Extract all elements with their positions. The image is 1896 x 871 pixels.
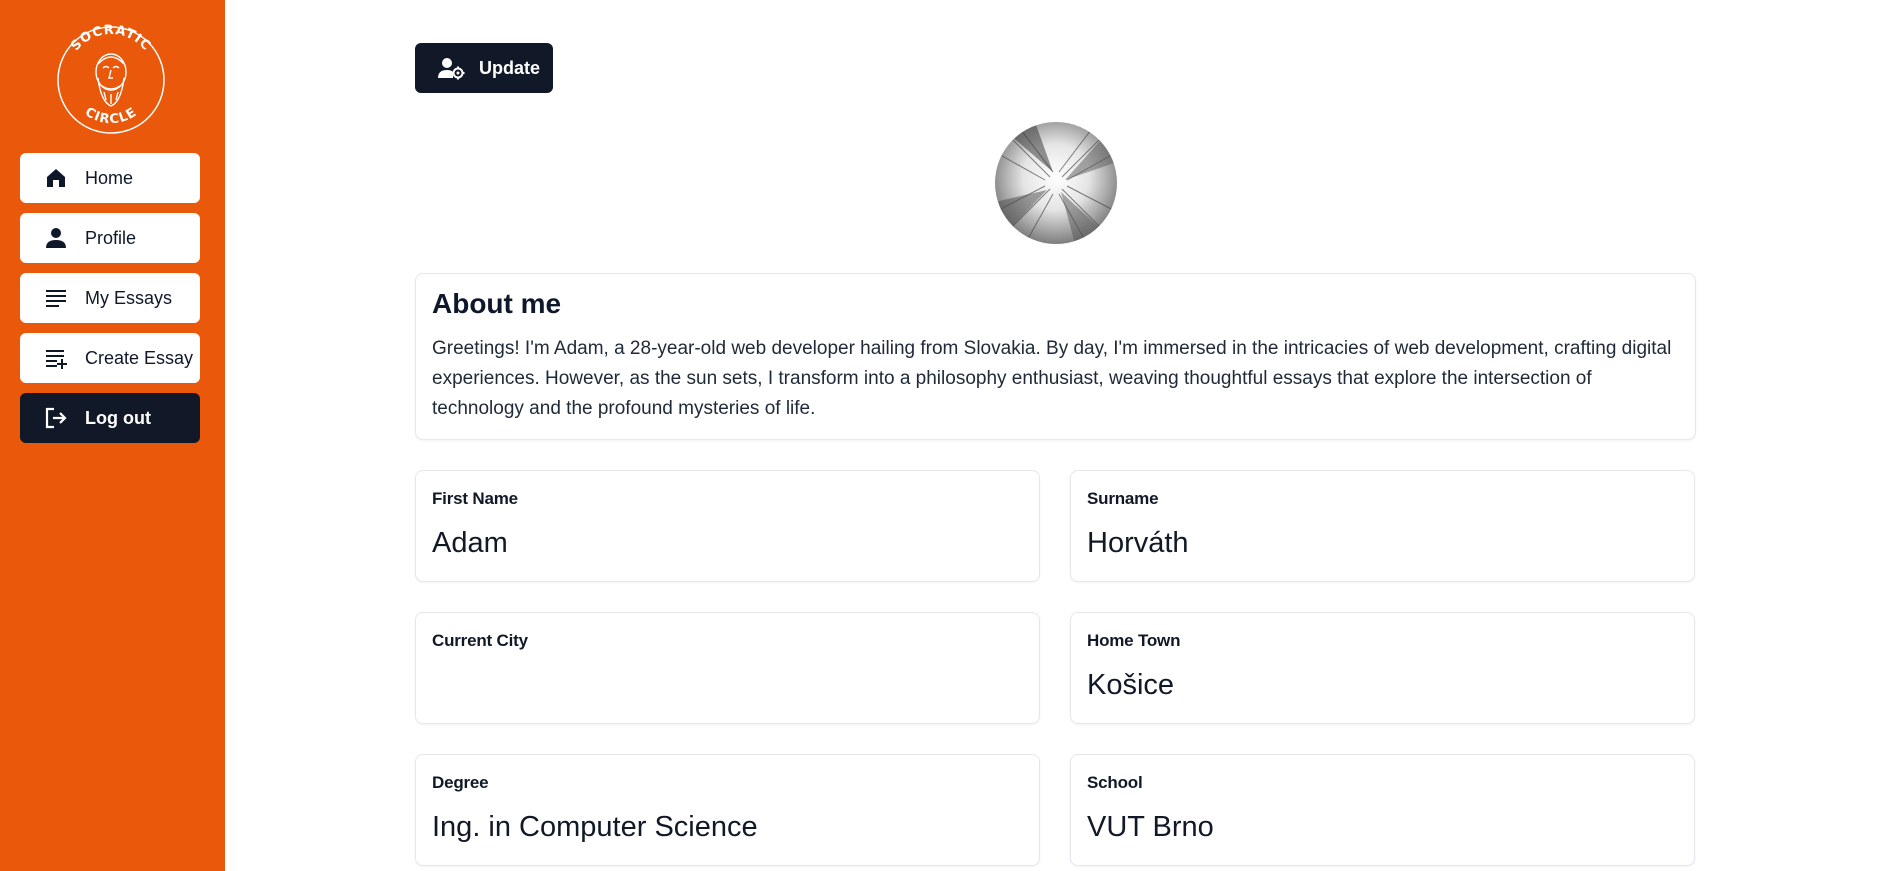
surname-field: Surname Horváth [1070,470,1695,582]
list-icon [44,286,68,310]
sidebar-item-label: Create Essay [85,347,194,368]
field-label: First Name [432,489,518,508]
update-button-label: Update [479,57,541,78]
field-label: Current City [432,631,528,650]
sidebar-item-my-essays[interactable]: My Essays [20,273,200,323]
sidebar-item-label: My Essays [85,287,173,308]
current-city-field: Current City [415,612,1040,724]
about-me-text: Greetings! I'm Adam, a 28-year-old web d… [432,338,1672,419]
field-label: School [1087,773,1143,792]
sidebar-item-label: Profile [85,227,137,248]
field-label: Home Town [1087,631,1181,650]
socratic-circle-logo[interactable]: SOCRATIC CIRCLE [54,20,168,138]
sidebar-item-label: Log out [85,407,151,428]
svg-text:SOCRATIC: SOCRATIC [68,23,154,54]
first-name-field: First Name Adam [415,470,1040,582]
field-value: VUT Brno [1087,811,1214,843]
field-label: Surname [1087,489,1159,508]
about-me-heading: About me [432,288,562,319]
user-gear-icon [437,56,465,80]
field-value: Ing. in Computer Science [432,811,758,843]
sidebar-item-home[interactable]: Home [20,153,200,203]
home-icon [44,166,68,190]
sidebar-item-label: Home [85,167,134,188]
home-town-field: Home Town Košice [1070,612,1695,724]
sidebar-item-logout[interactable]: Log out [20,393,200,443]
person-icon [44,226,68,250]
degree-field: Degree Ing. in Computer Science [415,754,1040,866]
playlist-add-icon [44,346,68,370]
avatar [995,122,1117,244]
field-value: Košice [1087,669,1175,701]
main-content: Update About me Greetings! I'm Adam, a 2… [225,0,1896,871]
field-value: Horváth [1087,527,1189,559]
sidebar-item-profile[interactable]: Profile [20,213,200,263]
logout-icon [44,406,68,430]
about-me-card: About me Greetings! I'm Adam, a 28-year-… [415,273,1696,440]
school-field: School VUT Brno [1070,754,1695,866]
sidebar: SOCRATIC CIRCLE Home Profile My Essays C… [0,0,225,871]
field-value: Adam [432,527,508,559]
svg-text:CIRCLE: CIRCLE [82,105,140,128]
sidebar-item-create-essay[interactable]: Create Essay [20,333,200,383]
update-button[interactable]: Update [415,43,553,93]
field-label: Degree [432,773,489,792]
